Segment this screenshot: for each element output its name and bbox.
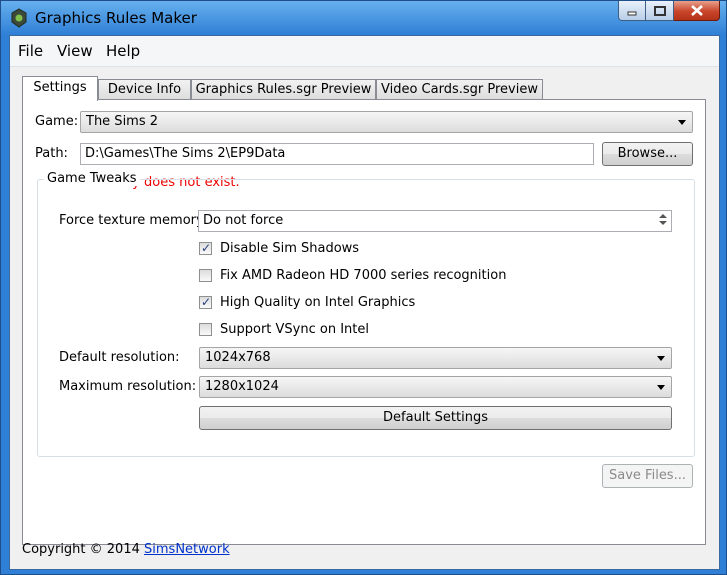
texture-memory-label: Force texture memory: <box>59 213 208 228</box>
sims-network-link[interactable]: SimsNetwork <box>144 542 230 557</box>
checkbox-box <box>199 269 212 282</box>
browse-button[interactable]: Browse... <box>602 142 693 166</box>
texture-memory-value: Do not force <box>203 213 284 228</box>
checkbox-label: High Quality on Intel Graphics <box>220 295 416 310</box>
game-select[interactable]: The Sims 2 <box>80 111 693 133</box>
maximum-resolution-value: 1280x1024 <box>205 379 279 394</box>
client-area: File View Help Settings Device Info Grap… <box>9 35 720 570</box>
spin-arrows-icon[interactable] <box>656 212 669 230</box>
close-icon <box>690 5 703 16</box>
fix-amd-radeon-checkbox[interactable]: Fix AMD Radeon HD 7000 series recognitio… <box>199 268 506 283</box>
path-label: Path: <box>35 146 68 161</box>
checkbox-label: Fix AMD Radeon HD 7000 series recognitio… <box>220 268 507 283</box>
window-title: Graphics Rules Maker <box>35 9 197 27</box>
checkbox-box: ✓ <box>199 295 212 309</box>
chevron-down-icon <box>657 385 665 390</box>
minimize-button[interactable] <box>618 1 646 21</box>
disable-sim-shadows-checkbox[interactable]: ✓ Disable Sim Shadows <box>199 241 359 256</box>
title-bar[interactable]: Graphics Rules Maker <box>1 1 726 35</box>
checkmark-icon: ✓ <box>201 295 212 309</box>
game-select-value: The Sims 2 <box>86 114 159 129</box>
app-icon <box>11 8 27 28</box>
game-tweaks-title: Game Tweaks <box>44 171 140 186</box>
checkbox-label: Disable Sim Shadows <box>220 241 360 256</box>
high-quality-intel-checkbox[interactable]: ✓ High Quality on Intel Graphics <box>199 295 415 310</box>
checkbox-label: Support VSync on Intel <box>220 322 369 337</box>
close-button[interactable] <box>674 1 720 21</box>
chevron-down-icon <box>678 120 686 125</box>
menu-bar: File View Help <box>10 36 719 67</box>
default-settings-button[interactable]: Default Settings <box>199 406 672 430</box>
tab-graphics-rules-preview[interactable]: Graphics Rules.sgr Preview <box>191 79 376 100</box>
menu-help[interactable]: Help <box>106 42 140 60</box>
copyright-text: Copyright © 2014 <box>22 542 140 557</box>
maximize-button[interactable] <box>646 1 674 21</box>
minimize-icon <box>627 11 637 15</box>
checkmark-icon: ✓ <box>201 241 212 255</box>
maximize-icon <box>653 5 666 16</box>
game-tweaks-group: Game Tweaks Force texture memory: Do not… <box>37 171 695 457</box>
footer: Copyright © 2014 SimsNetwork <box>22 542 230 557</box>
chevron-down-icon <box>657 356 665 361</box>
default-resolution-select[interactable]: 1024x768 <box>199 347 672 369</box>
app-window: Graphics Rules Maker File View Help Sett… <box>0 0 727 575</box>
vsync-intel-checkbox[interactable]: Support VSync on Intel <box>199 322 369 337</box>
checkbox-box: ✓ <box>199 241 212 255</box>
settings-tab-page: Game: The Sims 2 Path: D:\Games\The Sims… <box>22 99 706 545</box>
texture-memory-stepper[interactable]: Do not force <box>198 210 672 232</box>
menu-file[interactable]: File <box>18 42 43 60</box>
tab-settings[interactable]: Settings <box>22 76 98 101</box>
game-label: Game: <box>35 114 79 129</box>
checkbox-box <box>199 323 212 336</box>
save-files-button[interactable]: Save Files... <box>602 464 693 488</box>
menu-view[interactable]: View <box>57 42 93 60</box>
default-resolution-label: Default resolution: <box>59 350 180 365</box>
path-input[interactable]: D:\Games\The Sims 2\EP9Data <box>80 143 594 165</box>
maximum-resolution-select[interactable]: 1280x1024 <box>199 376 672 398</box>
tab-video-cards-preview[interactable]: Video Cards.sgr Preview <box>376 79 543 100</box>
tab-device-info[interactable]: Device Info <box>98 79 191 100</box>
maximum-resolution-label: Maximum resolution: <box>59 379 197 394</box>
default-resolution-value: 1024x768 <box>205 350 271 365</box>
